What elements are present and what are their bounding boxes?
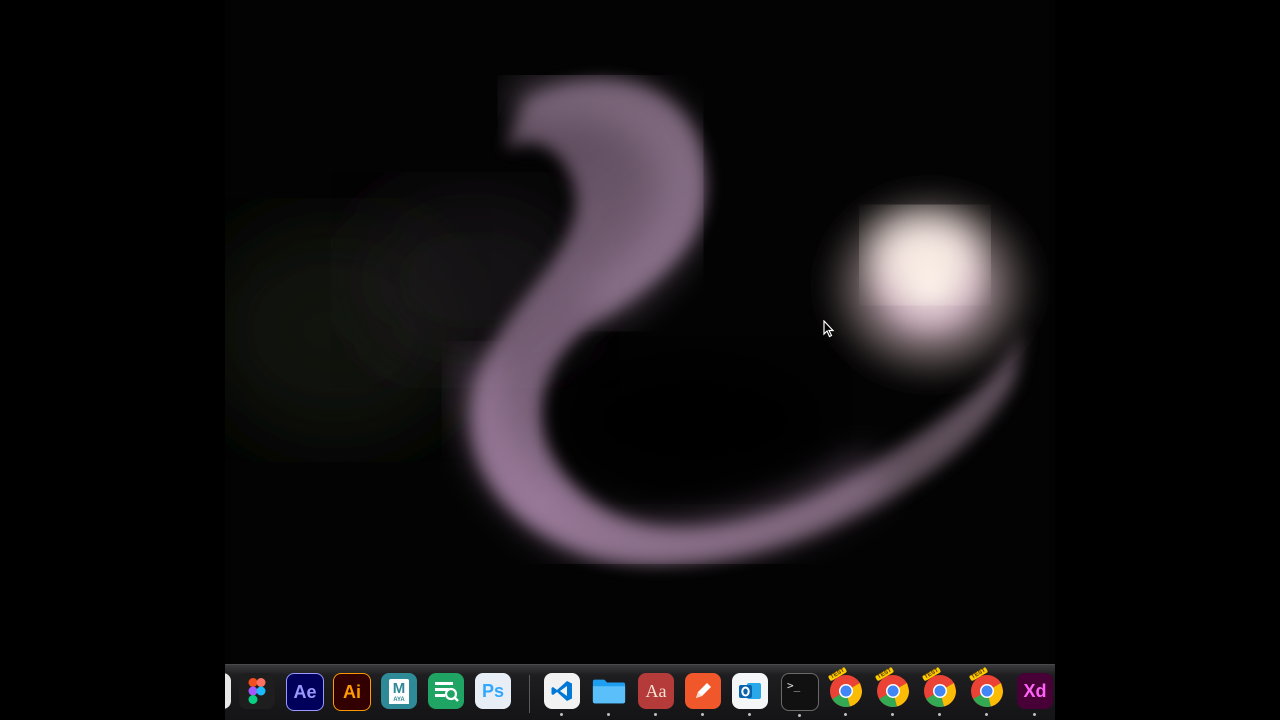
vscode-icon[interactable] — [544, 673, 580, 716]
running-indicator — [844, 713, 847, 716]
running-indicator — [1033, 713, 1036, 716]
illustrator-icon[interactable]: Ai — [333, 673, 371, 711]
maya-sublabel: AYA — [389, 696, 409, 704]
photoshop-icon[interactable]: Ps — [475, 673, 511, 709]
running-indicator — [654, 713, 657, 716]
xd-label: Xd — [1023, 681, 1047, 701]
running-indicator — [985, 713, 988, 716]
outlook-icon[interactable] — [732, 673, 768, 716]
after-effects-icon[interactable]: Ae — [286, 673, 324, 711]
running-indicator — [701, 713, 704, 716]
maya-label: M — [388, 678, 410, 697]
smoke-wallpaper — [225, 76, 1050, 565]
running-indicator — [560, 713, 563, 716]
running-indicator — [938, 713, 941, 716]
pen-app-icon[interactable] — [685, 673, 721, 716]
running-indicator — [607, 713, 610, 716]
terminal-label: >_ — [787, 679, 801, 692]
chrome-test-icon[interactable]: TEST — [921, 666, 958, 716]
figma-icon[interactable] — [239, 673, 275, 709]
running-indicator — [748, 713, 751, 716]
dictionary-label: Aa — [645, 680, 667, 701]
desktop-screen: Ae Ai M AYA Ps Aa >_ TEST TEST TEST TEST… — [225, 0, 1055, 720]
chrome-test-icon[interactable]: TEST — [874, 666, 911, 716]
dock-divider — [529, 675, 530, 713]
running-indicator — [798, 714, 801, 717]
photoshop-label: Ps — [481, 681, 505, 701]
partial-app-icon[interactable] — [225, 673, 231, 709]
files-folder-icon[interactable] — [591, 673, 627, 716]
maya-icon[interactable]: M AYA — [381, 673, 417, 709]
spreadsheet-search-icon[interactable] — [428, 673, 464, 709]
running-indicator — [891, 713, 894, 716]
after-effects-label: Ae — [293, 682, 317, 702]
chrome-test-icon[interactable]: TEST — [968, 666, 1005, 716]
dock: Ae Ai M AYA Ps Aa >_ TEST TEST TEST TEST… — [225, 664, 1055, 720]
dictionary-icon[interactable]: Aa — [638, 673, 674, 716]
xd-icon[interactable]: Xd — [1017, 673, 1053, 716]
mouse-cursor-icon — [823, 320, 835, 338]
terminal-icon[interactable]: >_ — [781, 673, 819, 717]
stage: Ae Ai M AYA Ps Aa >_ TEST TEST TEST TEST… — [0, 0, 1280, 720]
illustrator-label: Ai — [343, 682, 361, 702]
chrome-test-icon[interactable]: TEST — [827, 666, 864, 716]
